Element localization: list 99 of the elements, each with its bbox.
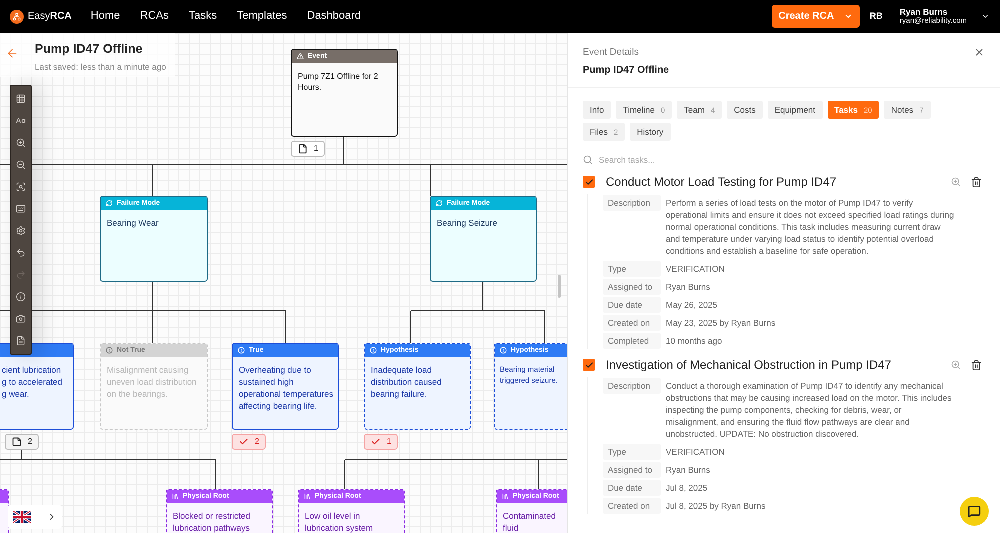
node-text: Blocked or restricted lubrication pathways <box>172 510 252 533</box>
node-badge[interactable]: 2 <box>232 434 266 450</box>
tab[interactable]: Info <box>583 101 612 120</box>
node-text: cient lubrication g to accelerated g wear. <box>1 364 64 401</box>
caret-icon <box>844 12 854 21</box>
zoom-fit-icon[interactable] <box>16 182 26 192</box>
zoom-in-icon[interactable] <box>16 138 26 148</box>
field-value: Perform a series of load tests on the motor of Pump ID47 to verify operational limits and ensure it does not exceed specified load ratings during normal operational conditions. This task includes measuring current draw and temperature under varying load status to identify potential overload conditions and establish a baseline for safe operation. <box>666 197 956 258</box>
badge-count: 1 <box>314 143 318 155</box>
books-icon <box>502 493 509 500</box>
field-value: Conduct a thorough examination of Pump ID47 to identify any mechanical obstructions that may be causing increased load on the motor. This includes inspecting the pump components, checking for debris, wear, or misalignment, and ensuring the fluid flow pathways are clear and unobstructed. UPDATE: No obstruction discovered. <box>666 380 953 442</box>
scrollbar <box>558 275 561 298</box>
field-value: VERIFICATION <box>666 446 726 460</box>
rca-title: Pump ID47 Offline <box>35 41 144 58</box>
badge-count: 2 <box>28 436 32 448</box>
books-icon <box>172 493 179 500</box>
warning-icon <box>297 53 304 60</box>
field-value: Ryan Burns <box>666 464 712 478</box>
panel-title: Pump ID47 Offline <box>583 64 670 78</box>
trash-icon[interactable] <box>971 360 982 371</box>
node-text: Overheating due to sustained high operational temperatures affecting bearing life. <box>238 364 335 413</box>
task-title: Conduct Motor Load Testing for Pump ID47 <box>606 174 838 192</box>
tab[interactable]: History <box>630 123 671 142</box>
last-saved-text: Last saved: less than a minute ago <box>35 60 166 74</box>
alert-icon <box>370 347 377 354</box>
field-value: May 26, 2025 <box>666 299 719 312</box>
field-value: Ryan Burns <box>666 281 712 294</box>
flag-icon <box>13 511 31 523</box>
search-icon <box>583 155 593 166</box>
alert-icon <box>238 347 245 354</box>
tab[interactable]: Equipment <box>768 101 823 120</box>
panel-heading: Event Details <box>583 46 640 60</box>
diagram-node[interactable]: cient lubrication g to accelerated g wear. <box>0 343 74 430</box>
app-logo-text: EasyRCA <box>28 10 72 24</box>
field-label: Due date <box>603 297 661 314</box>
file-icon <box>298 144 308 154</box>
task-title: Investigation of Mechanical Obstruction in Pump ID47 <box>606 357 892 374</box>
document-icon[interactable] <box>16 336 26 346</box>
field-value: Jul 8, 2025 <box>666 482 709 496</box>
field-label: Description <box>603 195 661 212</box>
trash-icon[interactable] <box>971 176 982 188</box>
node-text: Pump 7Z1 Offline for 2 Hours. <box>297 71 380 94</box>
undo-icon[interactable] <box>16 248 26 258</box>
field-value: Jul 8, 2025 by Ryan Burns <box>666 500 767 514</box>
task-checkbox[interactable] <box>583 176 595 188</box>
keyboard-icon[interactable] <box>16 204 26 214</box>
grid-icon[interactable] <box>16 94 26 104</box>
field-label: Type <box>603 261 661 278</box>
info-icon[interactable] <box>16 292 26 302</box>
field-value: VERIFICATION <box>666 263 726 276</box>
user-name: Ryan Burns <box>900 8 949 18</box>
zoom-out-icon[interactable] <box>16 160 26 170</box>
node-text: Contaminated fluid <box>502 510 557 533</box>
field-label: Assigned to <box>603 279 661 296</box>
user-initials: RB <box>870 10 883 23</box>
field-label: Created on <box>603 315 661 332</box>
close-icon[interactable] <box>974 47 985 58</box>
field-label: Completed <box>603 333 661 350</box>
note-icon <box>12 437 22 447</box>
field-label: Due date <box>603 480 661 496</box>
nav-link[interactable]: Home <box>90 8 120 25</box>
books-icon <box>304 493 311 500</box>
node-badge[interactable]: 2 <box>5 434 40 450</box>
camera-icon[interactable] <box>16 314 26 324</box>
node-badge[interactable]: 1 <box>364 434 398 450</box>
logo-icon <box>10 10 24 24</box>
chat-button[interactable] <box>960 497 989 526</box>
back-arrow-icon[interactable] <box>6 47 19 60</box>
check-icon <box>239 437 249 447</box>
tab[interactable]: Costs <box>727 101 763 120</box>
field-value: May 23, 2025 by Ryan Burns <box>666 317 777 330</box>
badge-count: 1 <box>387 436 392 448</box>
node-badge[interactable]: 1 <box>291 141 326 157</box>
nav-link[interactable]: Dashboard <box>307 8 362 25</box>
alert-icon <box>500 347 507 354</box>
task-checkbox[interactable] <box>583 359 595 372</box>
text-size-icon[interactable] <box>16 116 26 126</box>
field-label: Description <box>603 378 661 394</box>
chat-icon <box>968 505 981 518</box>
nav-link[interactable]: RCAs <box>140 8 169 25</box>
alert-icon <box>106 347 113 354</box>
node-text: Inadequate load distribution caused bearing failure. <box>370 364 443 401</box>
settings-icon[interactable] <box>16 226 26 236</box>
nav-link[interactable]: Templates <box>237 8 288 25</box>
field-label: Assigned to <box>603 462 661 478</box>
field-label: Created on <box>603 498 661 514</box>
node-text: Low oil level in lubrication system <box>304 510 374 533</box>
field-value: 10 months ago <box>666 335 724 348</box>
badge-count: 2 <box>255 436 260 448</box>
node-text: Bearing Seizure <box>436 217 498 230</box>
caret-icon[interactable] <box>981 12 990 21</box>
node-text: Misalignment causing uneven load distribution on the bearings. <box>106 364 198 401</box>
node-text: Bearing Wear <box>106 217 160 230</box>
cycle-icon <box>436 200 443 207</box>
field-label: Type <box>603 444 661 460</box>
cycle-icon <box>106 200 113 207</box>
check-icon <box>371 437 381 447</box>
search-field[interactable]: Search tasks... <box>599 154 985 167</box>
nav-link[interactable]: Tasks <box>188 8 218 25</box>
